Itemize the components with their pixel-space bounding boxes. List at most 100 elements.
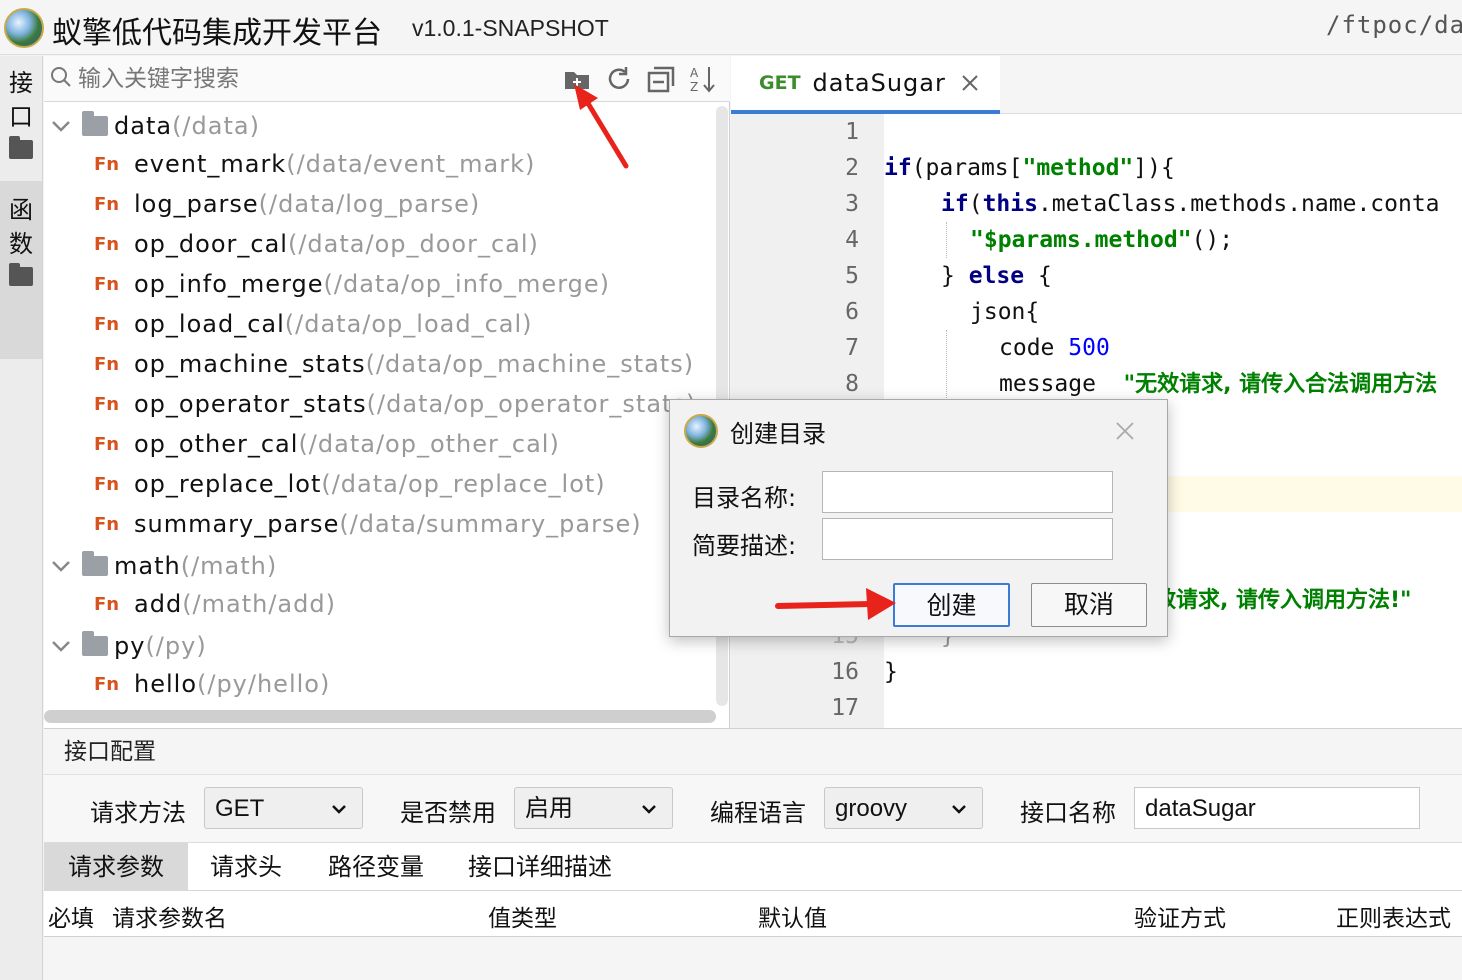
tree-node-name: hello (134, 670, 197, 698)
tree-node-path: (/data/event_mark) (286, 150, 536, 178)
column-header: 请求参数名 (112, 906, 227, 932)
request-method-select[interactable]: GET (204, 787, 363, 829)
tree-node-path: (/data) (172, 112, 260, 140)
tab-path-variables[interactable]: 路径变量 (310, 843, 442, 891)
code-token: "method" (1022, 155, 1134, 181)
directory-name-field[interactable] (822, 471, 1113, 513)
tree-node-path: (/math/add) (182, 590, 336, 618)
column-header: 必填 (48, 906, 94, 932)
disabled-select[interactable]: 启用 (514, 787, 673, 829)
editor-tab-bar: GET dataSugar (731, 56, 1462, 114)
editor-tab-datasugar[interactable]: GET dataSugar (731, 56, 1000, 114)
description-field[interactable] (822, 518, 1113, 560)
select-value: GET (215, 795, 265, 822)
tab-interface-description[interactable]: 接口详细描述 (452, 843, 628, 891)
language-select[interactable]: groovy (824, 787, 983, 829)
function-icon: Fn (94, 273, 120, 295)
line-number: 4 (845, 227, 859, 253)
tree-item[interactable]: Fn op_door_cal (/data/op_door_cal) (44, 224, 539, 264)
cancel-button[interactable]: 取消 (1031, 583, 1147, 627)
code-token: this (982, 191, 1038, 217)
interface-name-field[interactable]: dataSugar (1134, 787, 1420, 829)
tree-node-name: op_replace_lot (134, 470, 322, 498)
directory-name-label: 目录名称: (692, 484, 797, 512)
tree-node-path: (/py/hello) (197, 670, 331, 698)
tree-item[interactable]: Fn op_replace_lot (/data/op_replace_lot) (44, 464, 606, 504)
app-logo (684, 414, 718, 448)
tree-horizontal-scrollbar[interactable] (44, 710, 716, 723)
tree-item[interactable]: Fn op_load_cal (/data/op_load_cal) (44, 304, 533, 344)
code-line-4: "$params.method"(); (970, 222, 1233, 258)
search-input[interactable] (78, 62, 558, 96)
select-value: 启用 (525, 795, 573, 822)
tree-item[interactable]: Fn summary_parse (/data/summary_parse) (44, 504, 642, 544)
tree-item[interactable]: Fn event_mark (/data/event_mark) (44, 144, 535, 184)
tab-request-headers[interactable]: 请求头 (188, 843, 304, 891)
code-token: if (884, 155, 912, 181)
close-icon[interactable] (1114, 420, 1136, 442)
tree-node-path: (/data/log_parse) (258, 190, 481, 218)
create-button[interactable]: 创建 (893, 583, 1010, 627)
search-icon (51, 67, 71, 87)
tree-list: data (/data) Fn event_mark (/data/event_mar… (44, 106, 714, 714)
collapse-all-icon[interactable] (646, 64, 676, 94)
sidebar-strip: 接口 函数 (0, 56, 43, 980)
tree-folder-py[interactable]: py (/py) (44, 626, 207, 666)
code-token: (params[ (911, 155, 1023, 181)
tree-node-path: (/data/op_door_cal) (287, 230, 539, 258)
tree-item[interactable]: Fn op_machine_stats (/data/op_machine_stat… (44, 344, 694, 384)
tree-item[interactable]: Fn op_other_cal (/data/op_other_cal) (44, 424, 560, 464)
tree-node-name: op_door_cal (134, 230, 288, 258)
tree-item[interactable]: Fn add (/math/add) (44, 584, 336, 624)
close-icon[interactable] (960, 73, 980, 93)
sidebar-tab-label: 函数 (9, 196, 33, 258)
sidebar-tab-interfaces[interactable]: 接口 (0, 66, 42, 159)
select-value: groovy (835, 795, 908, 822)
dialog-title: 创建目录 (730, 420, 826, 448)
line-number: 7 (845, 335, 859, 361)
config-panel-title: 接口配置 (44, 729, 1462, 775)
tree-node-name: py (114, 632, 146, 660)
config-subtabs: 请求参数 请求头 路径变量 接口详细描述 (44, 843, 1462, 891)
tree-node-path: (/py) (145, 632, 207, 660)
tree-node-path: (/data/op_info_merge) (323, 270, 611, 298)
tree-item[interactable]: Fn log_parse (/data/log_parse) (44, 184, 480, 224)
chevron-down-icon[interactable] (48, 553, 74, 579)
code-token: } (941, 263, 969, 289)
chevron-down-icon[interactable] (48, 113, 74, 139)
function-icon: Fn (94, 513, 120, 535)
tree-folder-math[interactable]: math (/math) (44, 546, 277, 586)
tree-folder-data[interactable]: data (/data) (44, 106, 260, 146)
tree-item[interactable]: Fn hello (/py/hello) (44, 664, 330, 704)
code-line-14: 效请求, 请传入调用方法!" (1154, 582, 1412, 618)
sidebar-tab-label: 接口 (9, 69, 33, 131)
tree-node-name: op_other_cal (134, 430, 299, 458)
tree-item[interactable]: Fn op_operator_stats (/data/op_operator_st… (44, 384, 696, 424)
column-header: 默认值 (758, 906, 827, 932)
tab-label: dataSugar (812, 69, 946, 97)
code-token: message (999, 371, 1124, 397)
chevron-down-icon[interactable] (48, 633, 74, 659)
tab-request-params[interactable]: 请求参数 (44, 843, 188, 891)
sort-az-icon[interactable]: A Z (688, 64, 718, 94)
sidebar-tab-functions[interactable]: 函数 (0, 181, 42, 359)
svg-text:Z: Z (690, 80, 698, 94)
app-title: 蚁擎低代码集成开发平台 (52, 16, 382, 51)
tree-item[interactable]: Fn op_info_merge (/data/op_info_merge) (44, 264, 610, 304)
folder-icon (82, 551, 108, 576)
code-token: if (941, 191, 969, 217)
code-line-16: } (884, 659, 898, 685)
params-table-header: 必填 请求参数名 值类型 默认值 验证方式 正则表达式 (44, 891, 1462, 937)
params-table-body (44, 937, 1462, 980)
code-token: 500 (1068, 335, 1110, 361)
chevron-down-icon (952, 805, 966, 814)
tree-node-name: event_mark (134, 150, 287, 178)
tree-node-name: op_machine_stats (134, 350, 366, 378)
tree-node-path: (/data/summary_parse) (339, 510, 642, 538)
function-icon: Fn (94, 673, 120, 695)
column-header: 值类型 (488, 906, 557, 932)
line-number: 6 (845, 299, 859, 325)
function-icon: Fn (94, 313, 120, 335)
create-directory-dialog: 创建目录 目录名称: 简要描述: 创建 取消 (669, 399, 1168, 637)
code-token: (); (1191, 227, 1234, 253)
